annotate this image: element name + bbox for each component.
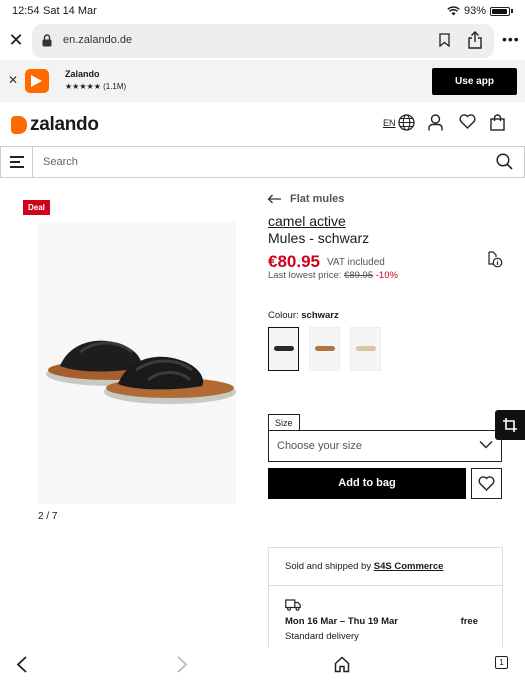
back-icon[interactable]	[16, 656, 28, 673]
more-options-icon[interactable]: •••	[502, 32, 520, 46]
battery-tip	[511, 9, 513, 13]
search-bar: Search	[0, 146, 525, 178]
bag-icon[interactable]	[490, 114, 505, 131]
home-icon[interactable]	[334, 656, 350, 673]
wifi-icon	[447, 6, 460, 16]
size-placeholder: Choose your size	[277, 440, 362, 452]
price-info-icon[interactable]	[487, 251, 503, 268]
swatch-sandal-thumb	[274, 346, 294, 351]
image-pager: 2 / 7	[38, 511, 58, 522]
search-icon[interactable]	[496, 153, 513, 170]
search-input[interactable]: Search	[43, 156, 78, 168]
category-back-link[interactable]: Flat mules	[267, 193, 344, 205]
zalando-logo[interactable]: zalando	[11, 114, 99, 136]
battery-percent: 93%	[463, 5, 486, 17]
status-time: 12:54	[12, 5, 40, 17]
sandal-image	[46, 340, 236, 404]
swatch-sandal-thumb	[315, 346, 335, 351]
lowest-price-label: Last lowest price:	[268, 270, 342, 281]
menu-line	[10, 161, 20, 163]
colour-swatch[interactable]	[350, 327, 381, 371]
status-date: Sat 14 Mar	[43, 5, 97, 17]
globe-icon[interactable]	[398, 114, 415, 131]
arrow-left-icon	[267, 194, 281, 204]
site-header: zalando EN	[0, 102, 525, 146]
menu-line	[10, 166, 24, 168]
truck-icon	[285, 599, 301, 611]
seller-prefix: Sold and shipped by	[285, 561, 372, 572]
wishlist-icon[interactable]	[459, 114, 476, 129]
address-bar[interactable]: en.zalando.de	[32, 24, 494, 58]
size-dropdown[interactable]: Choose your size	[268, 430, 502, 462]
swatch-sandal-thumb	[356, 346, 376, 351]
heart-icon	[478, 476, 495, 491]
zalando-logo-mark	[11, 116, 27, 134]
delivery-date: Mon 16 Mar – Thu 19 Mar	[285, 616, 398, 627]
app-banner: ✕ Zalando ★★★★★ (1.1M) Use app	[0, 60, 525, 102]
app-icon-mark	[31, 75, 42, 87]
product-image[interactable]	[38, 222, 236, 504]
chevron-down-icon	[479, 441, 493, 449]
add-to-wishlist-button[interactable]	[471, 468, 502, 499]
product-name: Mules - schwarz	[268, 230, 370, 246]
colour-label: Colour: schwarz	[268, 310, 339, 321]
colour-value: schwarz	[301, 310, 339, 321]
logo-text: zalando	[30, 114, 99, 135]
zalando-app-icon	[25, 69, 49, 93]
battery-fill	[492, 8, 507, 14]
crop-icon	[503, 418, 517, 432]
use-app-button[interactable]: Use app	[432, 68, 517, 95]
tabs-count-icon[interactable]: 1	[495, 656, 508, 669]
seller-text: Sold and shipped by S4S Commerce	[285, 561, 443, 572]
delivery-type: Standard delivery	[285, 631, 359, 642]
category-label: Flat mules	[290, 193, 345, 205]
language-selector[interactable]: EN	[383, 118, 396, 128]
status-right: 93%	[447, 5, 513, 17]
colour-swatch[interactable]	[268, 327, 299, 371]
account-icon[interactable]	[428, 114, 443, 131]
brand-link[interactable]: camel active	[268, 213, 346, 229]
deal-badge: Deal	[23, 200, 50, 215]
add-to-bag-button[interactable]: Add to bag	[268, 468, 466, 499]
product-price: €80.95	[268, 252, 320, 271]
close-tab-button[interactable]: ✕	[6, 30, 26, 50]
banner-app-title: Zalando	[65, 69, 100, 79]
battery-icon	[490, 6, 510, 16]
vat-note: VAT included	[327, 257, 385, 268]
delivery-cost: free	[460, 616, 478, 627]
status-bar: 12:54 Sat 14 Mar 93%	[0, 0, 525, 22]
banner-close-icon[interactable]: ✕	[8, 73, 18, 87]
browser-bottom-bar	[0, 647, 525, 700]
banner-rating: ★★★★★ (1.1M)	[65, 82, 127, 91]
bookmark-icon[interactable]	[439, 33, 450, 47]
menu-line	[10, 156, 24, 158]
crop-scan-button[interactable]	[495, 410, 525, 440]
lowest-price-value: €89.95	[344, 270, 374, 281]
discount-percent: -10%	[375, 270, 398, 281]
lowest-price-line: Last lowest price: €89.95 -10%	[268, 270, 398, 281]
seller-link[interactable]: S4S Commerce	[374, 561, 444, 572]
forward-icon[interactable]	[176, 656, 188, 673]
url-text: en.zalando.de	[63, 34, 133, 46]
colour-swatch[interactable]	[309, 327, 340, 371]
size-label: Size	[268, 414, 300, 431]
colour-label-text: Colour:	[268, 310, 299, 321]
menu-button[interactable]	[1, 147, 33, 177]
lock-icon	[42, 34, 52, 47]
seller-row: Sold and shipped by S4S Commerce	[269, 548, 502, 586]
share-icon[interactable]	[467, 31, 483, 49]
browser-url-row: ✕ en.zalando.de •••	[0, 22, 525, 60]
